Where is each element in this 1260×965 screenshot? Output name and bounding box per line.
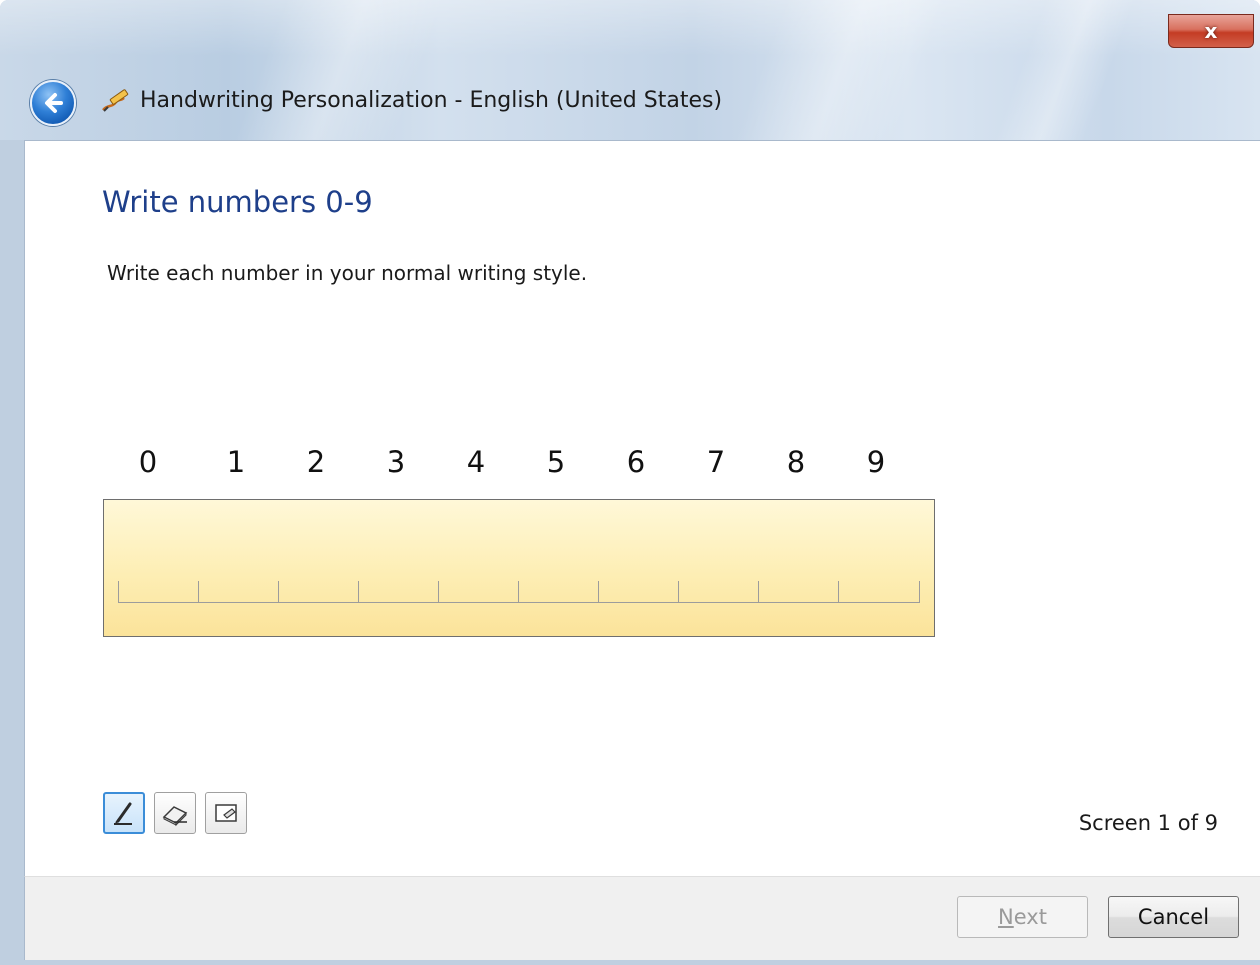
digit-label: 2	[306, 445, 326, 479]
wizard-content: Write numbers 0-9 Write each number in y…	[24, 140, 1260, 876]
glass-highlight	[994, 0, 1136, 140]
writing-baseline	[118, 602, 920, 603]
close-icon: x	[1204, 19, 1218, 43]
pen-tool-button[interactable]	[103, 792, 145, 834]
cell-divider	[118, 581, 119, 603]
close-button[interactable]: x	[1168, 14, 1254, 48]
cell-divider	[838, 581, 839, 603]
wizard-window: x Handwriting Personalization - English …	[0, 0, 1260, 965]
digit-label: 4	[466, 445, 486, 479]
glass-highlight	[734, 0, 946, 140]
digit-label: 3	[386, 445, 406, 479]
cell-divider	[758, 581, 759, 603]
eraser-tool-button[interactable]	[154, 792, 196, 834]
next-button-mnemonic: N	[998, 905, 1014, 929]
digit-label: 9	[866, 445, 886, 479]
title-bar	[0, 0, 1260, 140]
window-title: Handwriting Personalization - English (U…	[140, 88, 723, 113]
digit-label: 0	[138, 445, 158, 479]
next-button[interactable]: Next	[957, 896, 1088, 938]
digit-label: 6	[626, 445, 646, 479]
clear-icon	[215, 804, 237, 822]
digit-label: 8	[786, 445, 806, 479]
next-button-label: ext	[1013, 905, 1047, 929]
cell-divider	[919, 581, 920, 603]
page-heading: Write numbers 0-9	[102, 185, 373, 219]
cell-divider	[678, 581, 679, 603]
window-border	[0, 960, 1260, 965]
button-bar: Next Cancel	[24, 876, 1260, 965]
clear-tool-button[interactable]	[205, 792, 247, 834]
handwriting-pen-icon	[102, 89, 129, 112]
digit-label: 7	[706, 445, 726, 479]
digit-label: 1	[226, 445, 246, 479]
pen-icon	[114, 802, 132, 825]
cell-divider	[358, 581, 359, 603]
back-button[interactable]	[30, 80, 76, 126]
cell-divider	[198, 581, 199, 603]
instruction-text: Write each number in your normal writing…	[107, 261, 588, 285]
writing-pad[interactable]	[103, 499, 935, 637]
cell-divider	[598, 581, 599, 603]
digit-label: 5	[546, 445, 566, 479]
screen-counter: Screen 1 of 9	[1078, 811, 1218, 835]
cell-divider	[278, 581, 279, 603]
back-arrow-icon	[45, 93, 63, 113]
cell-divider	[438, 581, 439, 603]
glass-highlight	[234, 0, 446, 140]
cell-divider	[518, 581, 519, 603]
eraser-icon	[162, 806, 188, 827]
cancel-button[interactable]: Cancel	[1108, 896, 1239, 938]
